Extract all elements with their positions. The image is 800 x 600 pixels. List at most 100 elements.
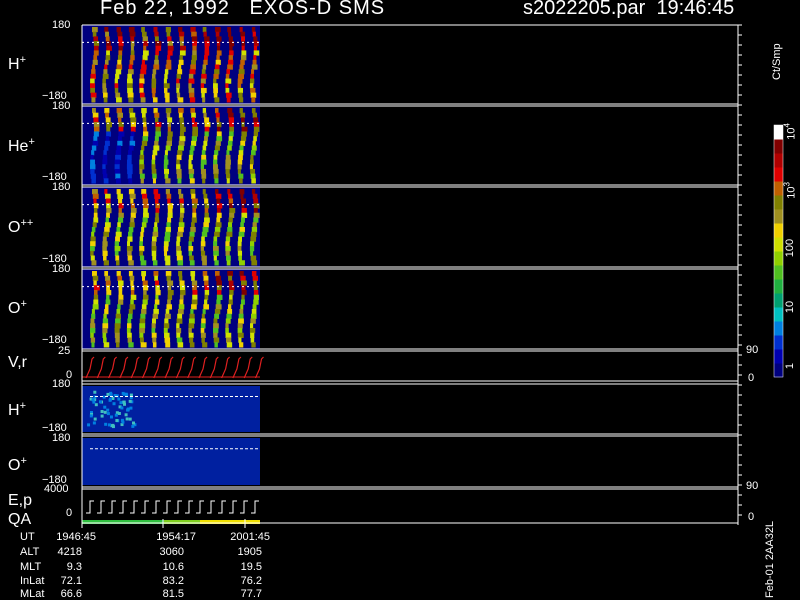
spectrogram-cell: [189, 313, 195, 319]
spectrogram-cell: [253, 126, 260, 132]
spectrogram-cell: [105, 55, 111, 61]
spectrogram-cell: [105, 299, 111, 305]
spectrogram-cell: [128, 399, 132, 403]
spectrogram-cell: [116, 189, 121, 195]
spectrogram-cell: [191, 217, 197, 223]
spectrogram-cell: [202, 64, 207, 70]
spectrogram-cell: [126, 241, 131, 247]
spectrogram-cell: [93, 45, 99, 51]
spectrogram-cell: [216, 208, 221, 214]
spectrogram-cell: [116, 260, 120, 266]
spectrogram-cell: [214, 97, 220, 103]
spectrogram-cell: [253, 290, 259, 296]
spectrogram-cell: [106, 285, 110, 291]
ephem-time: 2001:45: [230, 531, 270, 543]
spectrogram-cell: [152, 255, 157, 261]
spectrogram-cell: [90, 236, 96, 242]
spectrogram-cell: [129, 59, 134, 65]
spectrogram-cell: [151, 154, 156, 161]
spectrogram-cell: [103, 260, 109, 266]
spectrogram-cell: [241, 122, 245, 128]
spectrogram-cell: [90, 250, 94, 256]
colorbar-tick-100: 100: [784, 238, 796, 258]
spectrogram-cell: [188, 164, 193, 170]
spectrogram-cell: [204, 212, 209, 218]
ytick-top: 180: [52, 432, 71, 444]
spectrogram-cell: [93, 55, 98, 61]
spectrogram-cell: [115, 154, 121, 161]
spectrogram-cell: [213, 318, 218, 324]
spectrogram-cell: [238, 150, 244, 156]
spectrogram-cell: [130, 122, 136, 128]
colorbar-segment: [774, 293, 783, 308]
spectrogram-cell: [154, 299, 160, 305]
spectrogram-cell: [229, 212, 235, 218]
spectrogram-cell: [177, 342, 184, 348]
spectrogram-cell: [103, 92, 108, 98]
spectrogram-cell: [240, 193, 244, 199]
spectrogram-cell: [165, 271, 172, 277]
spectrogram-cell: [114, 241, 119, 247]
spectrogram-cell: [228, 275, 233, 281]
spectrogram-cell: [225, 236, 231, 242]
spectrogram-cell: [154, 55, 159, 61]
spectrogram-cell: [192, 290, 198, 296]
spectrogram-cell: [143, 126, 148, 132]
velocity-trace: [130, 356, 140, 379]
spectrogram-cell: [106, 412, 110, 416]
spectrogram-cell: [177, 178, 182, 184]
spectrogram-cell: [253, 45, 258, 51]
spectrogram-cell: [128, 97, 134, 103]
spectrogram-cell: [253, 212, 260, 218]
ytick-top: 4000: [44, 483, 69, 495]
spectrogram-cell: [117, 411, 121, 415]
spectrogram-cell: [128, 417, 132, 421]
spectrogram-cell: [176, 246, 182, 252]
spectrogram-cell: [129, 406, 133, 410]
spectrogram-cell: [240, 112, 246, 118]
spectrogram-cell: [140, 313, 146, 319]
spectrogram-cell: [141, 227, 145, 233]
spectrogram-cell: [191, 222, 195, 228]
spectrogram-cell: [151, 332, 157, 338]
velocity-trace: [254, 356, 264, 379]
spectrogram-cell: [251, 231, 257, 237]
spectrogram-cell: [103, 231, 109, 237]
spectrogram-cell: [154, 59, 159, 65]
spectrogram-cell: [251, 260, 258, 266]
spectrogram-cell: [237, 241, 242, 247]
spectrogram-cell: [180, 208, 185, 214]
spectrogram-cell: [238, 173, 244, 179]
spectrogram-cell: [118, 212, 124, 218]
spectrogram-cell: [163, 328, 168, 334]
spectrogram-cell: [114, 168, 120, 175]
spectrogram-cell: [91, 309, 95, 315]
spectrogram-cell: [130, 299, 134, 305]
spectrogram-cell: [213, 173, 219, 179]
spectrogram-cell: [215, 271, 220, 277]
energy-trace: [196, 500, 204, 514]
ephem-value: 4218: [57, 546, 82, 558]
velocity-trace: [175, 356, 185, 379]
spectrogram-cell: [153, 27, 158, 33]
spectrogram-cell: [107, 423, 111, 427]
spectrogram-cell: [204, 36, 210, 42]
spectrogram-cell: [141, 64, 147, 70]
spectrogram-cell: [126, 246, 133, 252]
energy-trace: [174, 500, 182, 514]
spectrogram-cell: [154, 280, 160, 286]
spectrogram-cell: [118, 50, 123, 56]
spectrogram-cell: [105, 217, 109, 223]
spectrogram-cell: [191, 59, 196, 65]
spectrogram-cell: [105, 31, 109, 37]
spectrogram-cell: [203, 112, 207, 118]
spectrogram-cell: [201, 154, 207, 161]
spectrogram-cell: [250, 318, 256, 324]
spectrogram-cell: [189, 342, 195, 348]
spectrogram-cell: [151, 87, 156, 94]
spectrogram-cell: [188, 318, 195, 324]
spectrogram-cell: [127, 236, 133, 242]
spectrogram-cell: [164, 73, 168, 80]
spectrogram-cell: [179, 36, 184, 42]
ytick-top: 25: [58, 345, 71, 357]
